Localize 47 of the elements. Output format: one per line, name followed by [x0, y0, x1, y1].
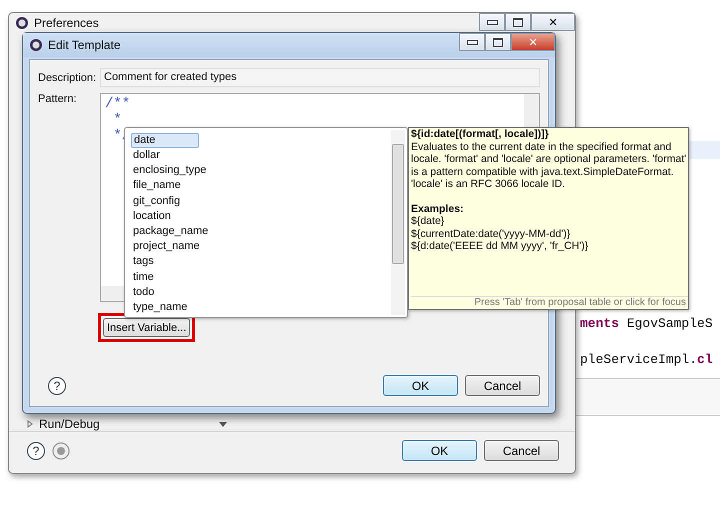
code-line: ments EgovSampleS	[580, 316, 713, 331]
description-field[interactable]: Comment for created types	[100, 68, 540, 87]
description-label: Description:	[38, 72, 96, 84]
app-icon	[29, 38, 43, 52]
example-line: ${d:date('EEEE dd MM yyyy', 'fr_CH')}	[411, 240, 590, 252]
proposal-item[interactable]: location	[131, 208, 197, 224]
help-button[interactable]: ?	[48, 376, 66, 394]
pattern-label: Pattern:	[38, 93, 78, 105]
proposal-item[interactable]: tags	[131, 254, 197, 270]
close-button[interactable]: ✕	[531, 13, 575, 31]
dialog-button[interactable]: Cancel	[465, 375, 540, 396]
maximize-button[interactable]	[505, 13, 531, 31]
proposal-item[interactable]: date	[131, 133, 199, 148]
proposal-item[interactable]: todo	[131, 284, 197, 300]
proposal-item[interactable]: time	[131, 270, 197, 285]
code-line: *	[112, 112, 123, 128]
code-line: pleServiceImpl.cl	[580, 352, 713, 367]
proposal-item[interactable]: enclosing_type	[131, 163, 206, 178]
maximize-button[interactable]	[485, 33, 511, 51]
dialog-title: Edit Template	[48, 38, 120, 52]
dialog-button[interactable]: OK	[402, 440, 477, 461]
proposal-item[interactable]: package_name	[131, 224, 208, 240]
minimize-button[interactable]	[479, 13, 505, 31]
record-icon[interactable]	[52, 442, 70, 460]
dropdown-arrow-icon[interactable]	[219, 422, 227, 426]
app-icon	[15, 16, 29, 30]
example-line: ${date}	[411, 215, 446, 228]
dialog-button[interactable]: OK	[383, 375, 458, 396]
proposal-item[interactable]: git_config	[131, 194, 197, 209]
variable-description: Evaluates to the current date in the specified format and locale. 'format' and 'locale' are optional parameters. 'format' is a pattern compatible with java.text.SimpleDateFormat. 'locale' is an RFC 3066 locale ID.	[411, 140, 688, 190]
tree-item[interactable]: Run/Debug	[39, 417, 100, 431]
proposal-item[interactable]: dollar	[131, 148, 197, 164]
minimize-button[interactable]	[459, 33, 485, 51]
dialog-button[interactable]: Cancel	[484, 440, 559, 461]
help-button[interactable]: ?	[27, 442, 45, 460]
expand-arrow-icon[interactable]	[27, 420, 33, 428]
insert-variable-button[interactable]: Insert Variable...	[103, 318, 190, 337]
proposal-item[interactable]: file_name	[131, 178, 197, 194]
focus-hint: Press 'Tab' from proposal table or click for focus	[411, 296, 688, 309]
vertical-scrollbar[interactable]	[391, 130, 405, 315]
code-line: /**	[105, 96, 132, 112]
example-line: ${currentDate:date('yyyy-MM-dd')}	[411, 228, 572, 240]
examples-heading: Examples:	[411, 202, 465, 215]
proposal-item[interactable]: project_name	[131, 239, 200, 254]
window-title: Preferences	[34, 16, 99, 30]
variable-signature: ${id:date[(format[, locale])]}	[411, 128, 550, 140]
proposal-item[interactable]: type_name	[131, 300, 197, 316]
